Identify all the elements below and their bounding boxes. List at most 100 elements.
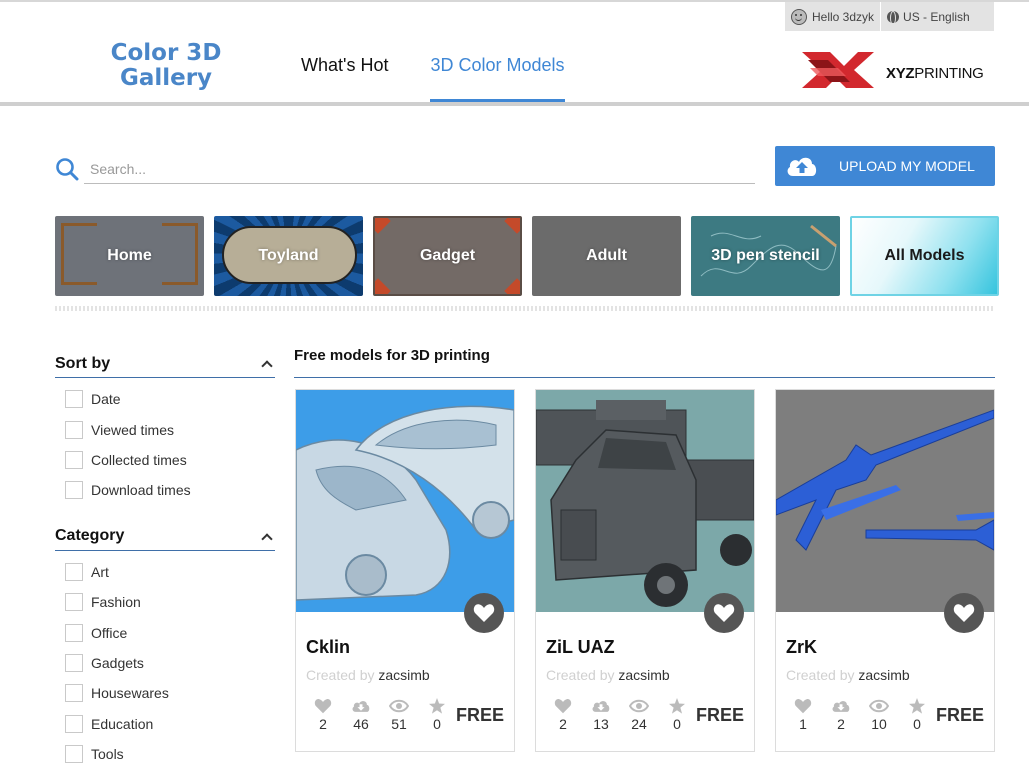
- checkbox[interactable]: [65, 593, 83, 612]
- rating-stat: 0: [898, 698, 936, 732]
- category-tile-adult[interactable]: Adult: [532, 216, 681, 296]
- model-title[interactable]: Cklin: [306, 637, 350, 658]
- checkbox[interactable]: [65, 481, 83, 500]
- likes-stat: 1: [784, 698, 822, 732]
- search-input[interactable]: [84, 154, 755, 184]
- model-title[interactable]: ZiL UAZ: [546, 637, 615, 658]
- category-header[interactable]: Category: [55, 523, 275, 551]
- cloud-download-icon: [832, 701, 850, 712]
- heart-icon: [953, 604, 975, 622]
- category-label: Gadget: [419, 247, 476, 264]
- cloud-download-icon: [352, 701, 370, 712]
- star-icon: [669, 698, 685, 714]
- model-thumbnail[interactable]: [296, 390, 514, 612]
- model-card[interactable]: ZrK Created by zacsimb 1 2 10 0 FREE: [775, 389, 995, 752]
- category-option-education[interactable]: Education: [55, 709, 275, 739]
- category-tile-all-models[interactable]: All Models: [850, 216, 999, 296]
- site-logo[interactable]: Color 3D Gallery: [100, 41, 232, 91]
- checkbox[interactable]: [65, 714, 83, 733]
- likes-count: 2: [319, 716, 327, 732]
- search-icon[interactable]: [55, 157, 79, 181]
- author-link[interactable]: zacsimb: [378, 667, 429, 683]
- category-title: Category: [55, 527, 125, 545]
- checkbox[interactable]: [65, 390, 83, 409]
- checkbox[interactable]: [65, 450, 83, 469]
- model-card[interactable]: ZiL UAZ Created by zacsimb 2 13 24 0 FRE…: [535, 389, 755, 752]
- chevron-up-icon: [261, 532, 273, 545]
- sort-option-viewed[interactable]: Viewed times: [55, 414, 275, 444]
- xyzprinting-logo[interactable]: XYZPRINTING: [800, 46, 984, 90]
- category-tiles: Home Toyland Gadget Adult 3D pen stencil…: [55, 216, 999, 296]
- model-stats: 1 2 10 0: [784, 698, 936, 732]
- downloads-stat: 46: [342, 698, 380, 732]
- views-stat: 10: [860, 698, 898, 732]
- corner-decor: [504, 278, 520, 294]
- favorite-button[interactable]: [464, 593, 504, 633]
- user-greeting-link[interactable]: Hello 3dzyk: [785, 2, 880, 31]
- rating-stat: 0: [418, 698, 456, 732]
- sort-by-header[interactable]: Sort by: [55, 350, 275, 378]
- downloads-count: 2: [837, 716, 845, 732]
- author-link[interactable]: zacsimb: [858, 667, 909, 683]
- star-icon: [429, 698, 445, 714]
- price-label: FREE: [935, 705, 984, 725]
- downloads-stat: 2: [822, 698, 860, 732]
- favorite-button[interactable]: [944, 593, 984, 633]
- heart-icon: [794, 699, 812, 714]
- model-thumbnail[interactable]: [536, 390, 754, 612]
- option-label: Download times: [91, 482, 191, 499]
- nav-whats-hot[interactable]: What's Hot: [301, 55, 388, 102]
- model-creator: Created by zacsimb: [546, 667, 670, 683]
- category-tile-gadget[interactable]: Gadget: [373, 216, 522, 296]
- model-title[interactable]: ZrK: [786, 637, 817, 658]
- globe-icon: [887, 10, 900, 25]
- locale-selector[interactable]: US - English: [881, 2, 976, 31]
- option-label: Date: [91, 391, 121, 408]
- likes-count: 1: [799, 716, 807, 732]
- eye-icon: [389, 699, 409, 713]
- category-tile-home[interactable]: Home: [55, 216, 204, 296]
- heart-icon: [314, 699, 332, 714]
- category-tile-3d-pen-stencil[interactable]: 3D pen stencil: [691, 216, 840, 296]
- model-card[interactable]: Cklin Created by zacsimb 2 46 51 0 FREE: [295, 389, 515, 752]
- upload-my-model-button[interactable]: UPLOAD MY MODEL: [775, 146, 995, 186]
- category-tile-toyland[interactable]: Toyland: [214, 216, 363, 296]
- option-label: Education: [91, 715, 154, 732]
- brand-name: XYZPRINTING: [886, 64, 984, 82]
- filter-sidebar: Sort by Date Viewed times Collected time…: [55, 350, 275, 765]
- category-label: Toyland: [258, 247, 319, 264]
- checkbox[interactable]: [65, 745, 83, 764]
- rating-stat: 0: [658, 698, 696, 732]
- category-option-office[interactable]: Office: [55, 617, 275, 647]
- user-face-icon: [791, 8, 807, 25]
- category-option-fashion[interactable]: Fashion: [55, 587, 275, 617]
- checkbox[interactable]: [65, 562, 83, 581]
- xyz-brand-mark-icon: [802, 52, 874, 88]
- option-label: Gadgets: [91, 654, 144, 671]
- category-option-art[interactable]: Art: [55, 557, 275, 587]
- checkbox[interactable]: [65, 684, 83, 703]
- category-label: Adult: [586, 247, 627, 264]
- sort-option-date[interactable]: Date: [55, 384, 275, 414]
- section-title: Free models for 3D printing: [294, 347, 490, 364]
- cloud-download-icon: [592, 701, 610, 712]
- corner-decor: [504, 218, 520, 234]
- category-option-gadgets[interactable]: Gadgets: [55, 648, 275, 678]
- author-link[interactable]: zacsimb: [618, 667, 669, 683]
- sort-option-collected[interactable]: Collected times: [55, 445, 275, 475]
- model-thumbnail[interactable]: [776, 390, 994, 612]
- checkbox[interactable]: [65, 653, 83, 672]
- option-label: Viewed times: [91, 421, 175, 438]
- favorite-button[interactable]: [704, 593, 744, 633]
- checkbox[interactable]: [65, 420, 83, 439]
- sort-option-download[interactable]: Download times: [55, 475, 275, 505]
- rating-count: 0: [433, 716, 441, 732]
- nav-3d-color-models[interactable]: 3D Color Models: [430, 55, 565, 102]
- logo-line-1: Color 3D: [110, 40, 222, 66]
- category-option-housewares[interactable]: Housewares: [55, 678, 275, 708]
- checkbox[interactable]: [65, 623, 83, 642]
- eye-icon: [869, 699, 889, 713]
- likes-stat: 2: [544, 698, 582, 732]
- category-options: Art Fashion Office Gadgets Housewares Ed…: [55, 557, 275, 765]
- category-option-tools[interactable]: Tools: [55, 739, 275, 765]
